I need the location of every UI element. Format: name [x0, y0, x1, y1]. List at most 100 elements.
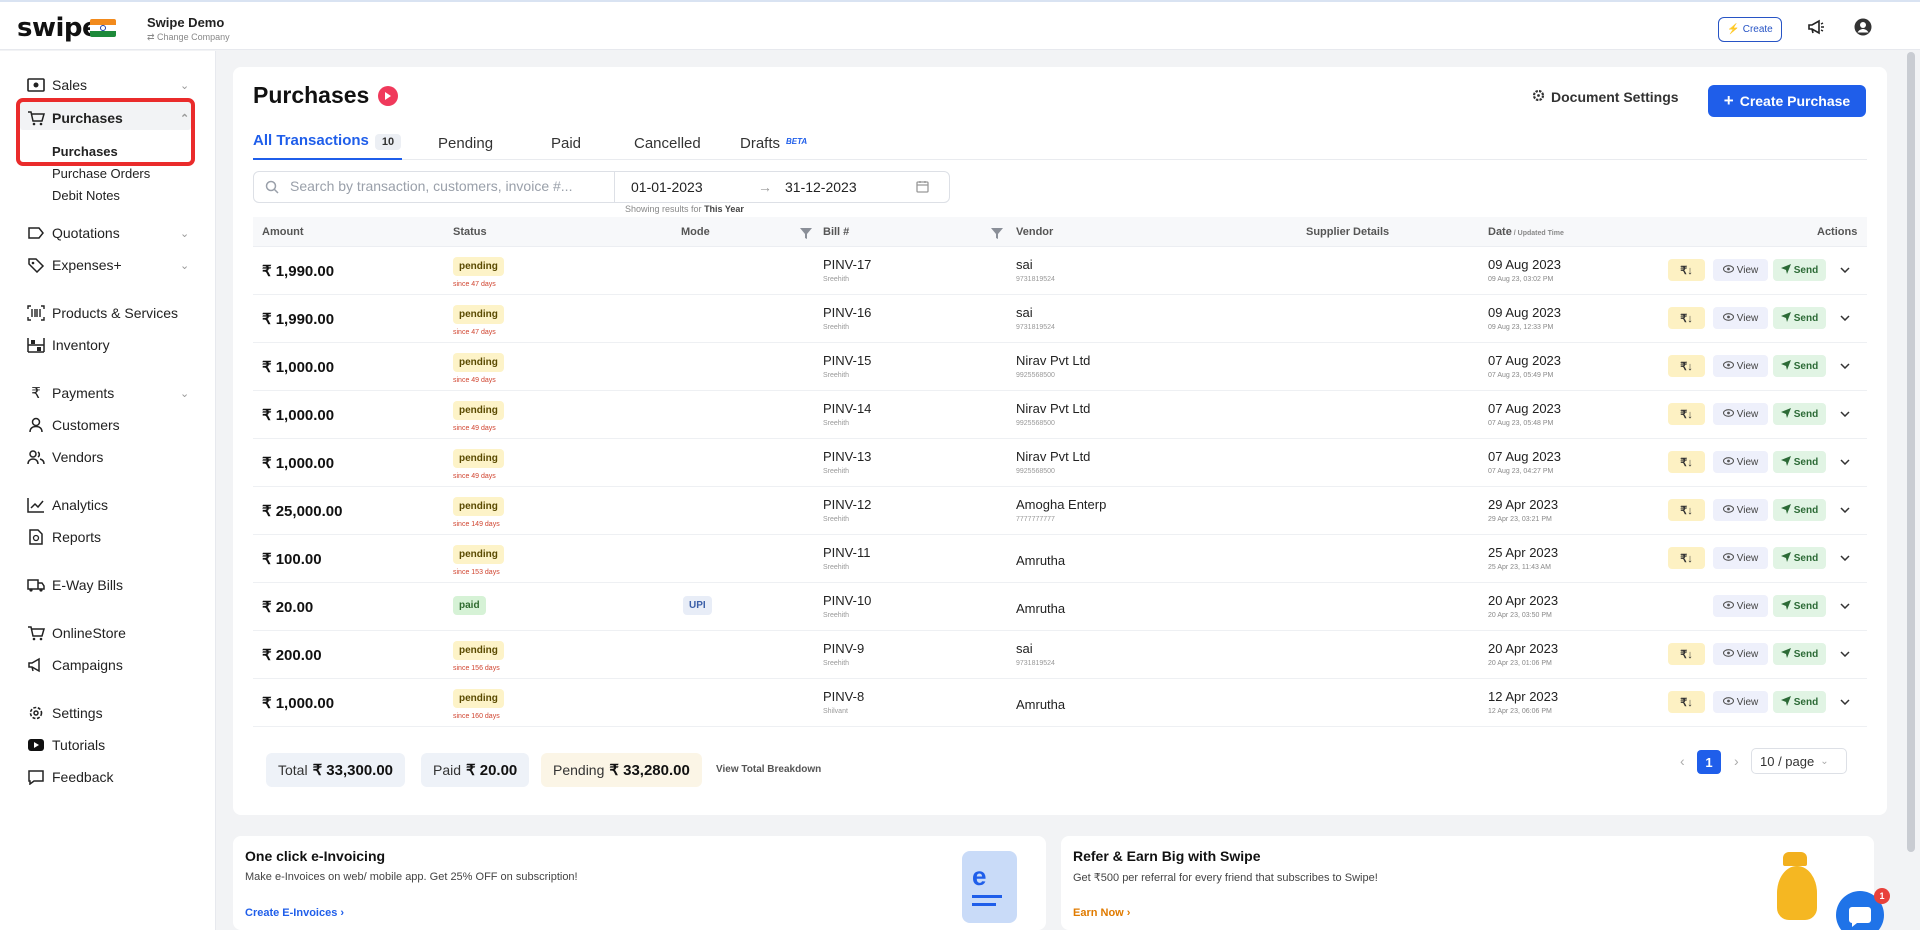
table-row[interactable]: ₹ 1,000.00 pending since 49 days PINV-13 Sre…	[253, 439, 1867, 487]
sidebar-item-settings[interactable]: Settings	[26, 702, 103, 724]
vendor-name[interactable]: sai	[1016, 305, 1033, 320]
view-button[interactable]: View	[1713, 307, 1768, 329]
date-from-field[interactable]: 01-01-2023	[631, 179, 703, 195]
view-button[interactable]: View	[1713, 595, 1768, 617]
sidebar-item-onlinestore[interactable]: OnlineStore	[26, 622, 126, 644]
bill-number[interactable]: PINV-8	[823, 689, 864, 704]
sidebar-item-analytics[interactable]: Analytics	[26, 494, 108, 516]
sidebar-subitem-purchase-orders[interactable]: Purchase Orders	[52, 166, 150, 181]
view-button[interactable]: View	[1713, 355, 1768, 377]
sidebar-item-payments[interactable]: ₹ Payments ⌄	[26, 382, 189, 404]
send-button[interactable]: Send	[1773, 307, 1826, 329]
sidebar-item-tutorials[interactable]: Tutorials	[26, 734, 105, 756]
table-row[interactable]: ₹ 1,990.00 pending since 47 days PINV-17 Sre…	[253, 247, 1867, 295]
table-row[interactable]: ₹ 1,000.00 pending since 49 days PINV-14 Sre…	[253, 391, 1867, 439]
chevron-down-icon[interactable]	[1836, 357, 1854, 375]
column-header-bill[interactable]: Bill #	[823, 226, 849, 238]
table-row[interactable]: ₹ 25,000.00 pending since 149 days PINV-12 S…	[253, 487, 1867, 535]
sidebar-item-quotations[interactable]: Quotations ⌄	[26, 222, 189, 244]
view-button[interactable]: View	[1713, 643, 1768, 665]
vendor-name[interactable]: Amrutha	[1016, 601, 1065, 616]
record-payment-button[interactable]: ₹↓	[1668, 547, 1705, 569]
sidebar-subitem-debit-notes[interactable]: Debit Notes	[52, 188, 120, 203]
document-settings-button[interactable]: Document Settings	[1532, 89, 1679, 105]
sidebar-item-sales[interactable]: Sales ⌄	[26, 74, 189, 96]
record-payment-button[interactable]: ₹↓	[1668, 643, 1705, 665]
chevron-down-icon[interactable]	[1836, 693, 1854, 711]
view-button[interactable]: View	[1713, 451, 1768, 473]
tab-drafts[interactable]: Drafts BETA	[740, 135, 807, 152]
bill-number[interactable]: PINV-17	[823, 257, 871, 272]
send-button[interactable]: Send	[1773, 643, 1826, 665]
sidebar-item-reports[interactable]: Reports	[26, 526, 101, 548]
vendor-name[interactable]: sai	[1016, 257, 1033, 272]
bill-number[interactable]: PINV-16	[823, 305, 871, 320]
record-payment-button[interactable]: ₹↓	[1668, 499, 1705, 521]
column-header-mode[interactable]: Mode	[681, 226, 710, 238]
table-row[interactable]: ₹ 1,000.00 pending since 160 days PINV-8 Shi…	[253, 679, 1867, 727]
column-header-status[interactable]: Status	[453, 226, 487, 238]
sidebar-item-expenses[interactable]: Expenses+ ⌄	[26, 254, 189, 276]
chevron-down-icon[interactable]	[1836, 309, 1854, 327]
chevron-down-icon[interactable]	[1836, 597, 1854, 615]
chevron-down-icon[interactable]	[1836, 261, 1854, 279]
table-row[interactable]: ₹ 1,000.00 pending since 49 days PINV-15 Sre…	[253, 343, 1867, 391]
record-payment-button[interactable]: ₹↓	[1668, 355, 1705, 377]
bill-number[interactable]: PINV-11	[823, 545, 870, 560]
sidebar-item-eway-bills[interactable]: E-Way Bills	[26, 574, 123, 596]
send-button[interactable]: Send	[1773, 259, 1826, 281]
calendar-icon[interactable]	[916, 180, 929, 198]
play-video-icon[interactable]	[378, 86, 398, 106]
page-scrollbar[interactable]	[1907, 52, 1915, 852]
record-payment-button[interactable]: ₹↓	[1668, 691, 1705, 713]
table-row[interactable]: ₹ 100.00 pending since 153 days PINV-11 Sree…	[253, 535, 1867, 583]
table-row[interactable]: ₹ 200.00 pending since 156 days PINV-9 Sreeh…	[253, 631, 1867, 679]
date-to-field[interactable]: 31-12-2023	[785, 179, 857, 195]
record-payment-button[interactable]: ₹↓	[1668, 451, 1705, 473]
send-button[interactable]: Send	[1773, 355, 1826, 377]
tab-cancelled[interactable]: Cancelled	[634, 135, 701, 152]
sidebar-item-inventory[interactable]: Inventory	[26, 334, 110, 356]
table-row[interactable]: ₹ 20.00 paid UPI PINV-10 Sreehith Amrutha 20 A…	[253, 583, 1867, 631]
view-button[interactable]: View	[1713, 403, 1768, 425]
bill-number[interactable]: PINV-10	[823, 593, 871, 608]
pagination-page-1[interactable]: 1	[1697, 750, 1721, 774]
page-size-select[interactable]: 10 / page ⌄	[1751, 748, 1847, 774]
tab-pending[interactable]: Pending	[438, 135, 493, 152]
view-button[interactable]: View	[1713, 259, 1768, 281]
chevron-down-icon[interactable]	[1836, 453, 1854, 471]
tab-paid[interactable]: Paid	[551, 135, 581, 152]
bill-number[interactable]: PINV-12	[823, 497, 871, 512]
chevron-down-icon[interactable]	[1836, 549, 1854, 567]
sidebar-item-vendors[interactable]: Vendors	[26, 446, 103, 468]
column-header-date[interactable]: Date / Updated Time	[1488, 226, 1564, 238]
view-button[interactable]: View	[1713, 499, 1768, 521]
send-button[interactable]: Send	[1773, 499, 1826, 521]
chevron-down-icon[interactable]	[1836, 501, 1854, 519]
sidebar-item-campaigns[interactable]: Campaigns	[26, 654, 123, 676]
view-total-breakdown-link[interactable]: View Total Breakdown	[716, 764, 821, 775]
record-payment-button[interactable]: ₹↓	[1668, 259, 1705, 281]
sidebar-item-products-services[interactable]: Products & Services	[26, 302, 178, 324]
send-button[interactable]: Send	[1773, 691, 1826, 713]
pagination-next-icon[interactable]: ›	[1734, 753, 1739, 769]
vendor-name[interactable]: Nirav Pvt Ltd	[1016, 401, 1090, 416]
create-button[interactable]: ⚡ Create	[1718, 17, 1782, 42]
sidebar-item-customers[interactable]: Customers	[26, 414, 120, 436]
table-row[interactable]: ₹ 1,990.00 pending since 47 days PINV-16 Sre…	[253, 295, 1867, 343]
view-button[interactable]: View	[1713, 547, 1768, 569]
bill-number[interactable]: PINV-15	[823, 353, 871, 368]
bill-number[interactable]: PINV-9	[823, 641, 864, 656]
filter-icon[interactable]	[991, 226, 1003, 244]
send-button[interactable]: Send	[1773, 547, 1826, 569]
sidebar-item-feedback[interactable]: Feedback	[26, 766, 113, 788]
change-company-link[interactable]: ⇄ Change Company	[147, 32, 230, 43]
tab-all-transactions[interactable]: All Transactions 10	[253, 132, 402, 150]
filter-icon[interactable]	[800, 226, 812, 244]
create-purchase-button[interactable]: + Create Purchase	[1708, 85, 1866, 117]
record-payment-button[interactable]: ₹↓	[1668, 403, 1705, 425]
vendor-name[interactable]: Nirav Pvt Ltd	[1016, 449, 1090, 464]
search-input[interactable]	[290, 178, 610, 194]
swipe-logo[interactable]: swipe	[17, 13, 100, 43]
chevron-down-icon[interactable]	[1836, 645, 1854, 663]
